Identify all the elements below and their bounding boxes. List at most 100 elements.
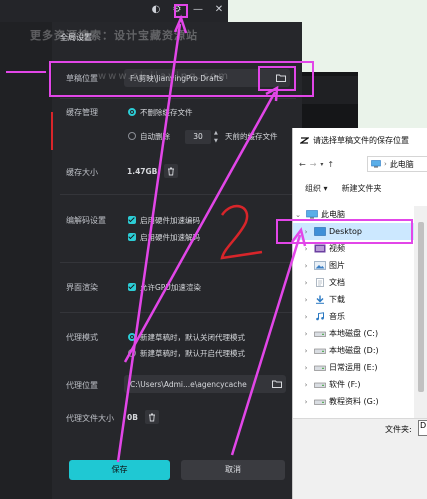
days-stepper[interactable]: ▲ ▼ xyxy=(214,129,222,145)
gpu-render-text: 允许GPU加速渲染 xyxy=(140,283,201,292)
scrollbar-thumb[interactable] xyxy=(418,222,424,392)
picture-folder-icon xyxy=(314,261,326,271)
tree-item-pictures[interactable]: › 图片 xyxy=(293,257,427,274)
cache-size-value: 1.47GB xyxy=(127,167,158,176)
hw-encode-checkbox[interactable] xyxy=(128,216,136,224)
chevron-right-icon[interactable]: › xyxy=(301,262,311,270)
chevron-right-icon[interactable]: › xyxy=(301,279,311,287)
video-folder-icon xyxy=(314,244,326,254)
highlight-browse-button xyxy=(258,66,296,91)
gpu-render-checkbox[interactable] xyxy=(128,283,136,291)
folder-icon xyxy=(272,380,282,388)
browse-proxy-folder-button[interactable] xyxy=(268,375,286,393)
dialog-toolbar: 组织 ▾ 新建文件夹 xyxy=(293,178,427,198)
save-button[interactable]: 保存 xyxy=(69,460,170,480)
highlight-desktop-item xyxy=(276,219,413,244)
chevron-right-icon[interactable]: › xyxy=(301,330,311,338)
tree-item-label: 本地磁盘 (C:) xyxy=(329,329,379,338)
auto-delete-cache-radio[interactable] xyxy=(128,132,136,140)
pc-icon xyxy=(371,160,381,168)
proxy-size-value: 0B xyxy=(127,413,138,422)
proxy-on-text: 新建草稿时，默认开启代理模式 xyxy=(140,349,245,358)
chevron-right-icon[interactable]: › xyxy=(301,245,311,253)
chevron-right-icon[interactable]: › xyxy=(301,296,311,304)
tree-item-drive-f[interactable]: › 软件 (F:) xyxy=(293,376,427,393)
tree-scrollbar[interactable] xyxy=(414,206,427,418)
drive-icon xyxy=(314,346,326,356)
codec-settings-label: 编解码设置 xyxy=(66,216,106,225)
drive-icon xyxy=(314,380,326,390)
divider xyxy=(60,312,296,313)
tree-item-drive-d[interactable]: › 本地磁盘 (D:) xyxy=(293,342,427,359)
proxy-off-radio[interactable] xyxy=(128,333,136,341)
folder-picker-dialog: 请选择草稿文件的保存位置 ← → ▾ ↑ › 此电脑 组织 ▾ 新建文件夹 ⌄ … xyxy=(292,128,427,499)
render-label: 界面渲染 xyxy=(66,283,98,292)
chevron-right-icon[interactable]: › xyxy=(301,381,311,389)
drive-icon xyxy=(314,329,326,339)
back-arrow-icon[interactable]: ← xyxy=(299,160,306,169)
chevron-right-icon[interactable]: › xyxy=(301,313,311,321)
address-bar[interactable]: › 此电脑 xyxy=(367,156,427,172)
address-separator-icon: › xyxy=(384,160,387,168)
cancel-button[interactable]: 取消 xyxy=(181,460,285,480)
recent-dropdown-icon[interactable]: ▾ xyxy=(320,161,323,168)
tree-item-label: 下载 xyxy=(329,295,345,304)
folder-name-label: 文件夹: xyxy=(385,425,412,434)
up-arrow-icon[interactable]: ↑ xyxy=(327,160,334,169)
drive-icon xyxy=(314,397,326,407)
chevron-right-icon[interactable]: › xyxy=(301,398,311,406)
divider xyxy=(60,262,296,263)
tree-item-label: 日常运用 (E:) xyxy=(329,363,378,372)
tree-item-label: 教程资料 (G:) xyxy=(329,397,379,406)
music-folder-icon xyxy=(314,312,326,322)
tree-item-label: 图片 xyxy=(329,261,345,270)
chevron-right-icon[interactable]: › xyxy=(301,364,311,372)
forward-arrow-icon[interactable]: → xyxy=(310,160,317,169)
proxy-location-field[interactable]: C:\Users\Admi...e\agencycache xyxy=(124,375,286,393)
proxy-mode-label: 代理模式 xyxy=(66,333,98,342)
tree-item-drive-g[interactable]: › 教程资料 (G:) xyxy=(293,393,427,410)
background-app-sidebar xyxy=(0,22,52,499)
proxy-location-label: 代理位置 xyxy=(66,381,98,390)
stepper-down-icon[interactable]: ▼ xyxy=(214,137,222,145)
theme-icon[interactable]: ◐ xyxy=(150,4,162,15)
tree-item-downloads[interactable]: › 下载 xyxy=(293,291,427,308)
auto-delete-days-input[interactable]: 30 xyxy=(185,130,211,144)
close-icon[interactable]: ✕ xyxy=(213,4,225,15)
drive-icon xyxy=(314,363,326,373)
hw-decode-text: 启用硬件加速解码 xyxy=(140,233,200,242)
tree-item-drive-e[interactable]: › 日常运用 (E:) xyxy=(293,359,427,376)
minimize-icon[interactable]: — xyxy=(192,4,204,15)
folder-name-input[interactable]: D xyxy=(418,420,427,436)
tree-item-music[interactable]: › 音乐 xyxy=(293,308,427,325)
never-delete-cache-text: 不删除缓存文件 xyxy=(140,108,193,117)
hw-decode-checkbox[interactable] xyxy=(128,233,136,241)
watermark-text: 更多资源搜索：设计宝藏资源站 xyxy=(30,29,198,42)
tree-item-drive-c[interactable]: › 本地磁盘 (C:) xyxy=(293,325,427,342)
trash-icon xyxy=(149,413,155,421)
new-folder-button[interactable]: 新建文件夹 xyxy=(342,183,382,194)
clear-cache-button[interactable] xyxy=(164,164,178,178)
address-text: 此电脑 xyxy=(389,159,414,169)
stepper-up-icon[interactable]: ▲ xyxy=(214,129,222,137)
cache-management-label: 缓存管理 xyxy=(66,108,98,117)
proxy-on-radio[interactable] xyxy=(128,349,136,357)
divider xyxy=(60,194,296,195)
divider xyxy=(60,98,296,99)
never-delete-cache-radio[interactable] xyxy=(128,108,136,116)
days-suffix-text: 天前的缓存文件 xyxy=(225,132,278,141)
trash-icon xyxy=(168,167,174,175)
chevron-down-icon[interactable]: ⌄ xyxy=(293,211,303,219)
tree-item-label: 文档 xyxy=(329,278,345,287)
download-folder-icon xyxy=(314,295,326,305)
proxy-size-label: 代理文件大小 xyxy=(66,414,114,423)
cache-size-label: 缓存大小 xyxy=(66,168,98,177)
clear-proxy-button[interactable] xyxy=(145,410,159,424)
proxy-off-text: 新建草稿时，默认关闭代理模式 xyxy=(140,333,245,342)
hw-encode-text: 启用硬件加速编码 xyxy=(140,216,200,225)
organize-menu[interactable]: 组织 ▾ xyxy=(305,183,328,194)
chevron-right-icon[interactable]: › xyxy=(301,347,311,355)
proxy-location-value: C:\Users\Admi...e\agencycache xyxy=(130,379,247,389)
tree-item-label: 视频 xyxy=(329,244,345,253)
tree-item-documents[interactable]: › 文档 xyxy=(293,274,427,291)
